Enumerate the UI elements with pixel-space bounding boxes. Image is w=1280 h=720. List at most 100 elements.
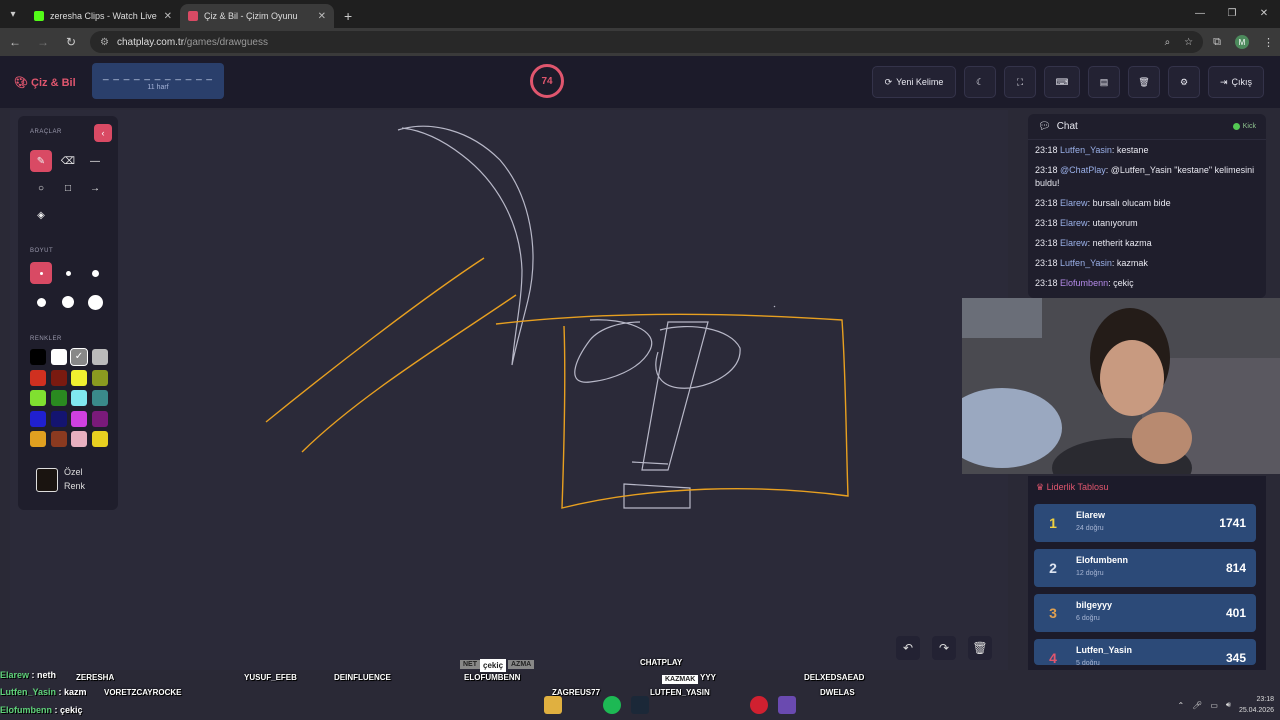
overlay-chat-user: Elarew [0, 670, 30, 680]
message-user[interactable]: Lutfen_Yasin [1060, 258, 1112, 268]
fill-tool[interactable]: ◈ [30, 204, 52, 226]
message-user[interactable]: Elofumbenn [1060, 278, 1108, 288]
tools-section-title: ARAÇLAR [30, 129, 62, 135]
arrow-icon: → [90, 182, 100, 194]
overlay-chat-line: Elarew : neth [0, 670, 56, 680]
redo-icon: ↷ [938, 641, 950, 655]
arrow-tool[interactable]: → [84, 177, 106, 199]
color-swatch[interactable] [71, 369, 87, 386]
rectangle-tool[interactable]: □ [57, 177, 79, 199]
eraser-tool[interactable]: ⌫ [57, 150, 79, 172]
leaderboard-row: 3 bilgeyyy 6 doğru 401 [1034, 594, 1256, 632]
player-score: 345 [1225, 651, 1246, 665]
size-2[interactable] [57, 262, 79, 284]
clear-canvas-button[interactable]: 🗑︎ [968, 636, 992, 660]
folder-icon[interactable] [544, 696, 562, 714]
mic-icon[interactable]: 🎤︎ [1192, 701, 1202, 710]
custom-color-line2: Renk [64, 481, 86, 491]
color-swatch[interactable] [71, 390, 87, 406]
overlay-chat-text: : neth [29, 670, 57, 680]
message-time: 23:18 [1035, 258, 1058, 268]
color-swatch[interactable] [91, 410, 108, 427]
color-swatch[interactable] [91, 369, 108, 386]
player-correct-count: 24 doğru [1076, 525, 1104, 532]
color-swatch[interactable] [71, 431, 87, 447]
overlay-name: ELOFUMBENN [464, 673, 521, 682]
tray-chevron-icon[interactable]: ⌃ [1177, 701, 1184, 710]
color-swatch[interactable] [50, 431, 67, 447]
color-swatch[interactable] [30, 390, 46, 406]
message-time: 23:18 [1035, 218, 1058, 228]
orange-strokes [265, 257, 849, 509]
redo-button[interactable]: ↷ [932, 636, 956, 660]
color-swatch[interactable] [91, 349, 108, 365]
collapse-tools-button[interactable]: ‹ [94, 124, 112, 142]
custom-color-swatch[interactable] [36, 468, 58, 492]
player-name: Elofumbenn [1076, 555, 1128, 565]
volume-icon[interactable]: 🔊︎ [1226, 700, 1231, 710]
streamer-webcam [962, 298, 1280, 474]
rank-number: 2 [1049, 560, 1057, 576]
overlay-bubble: KAZMAK [662, 675, 699, 684]
chat-message: 23:18 Elarew: bursalı olucam bide [1035, 197, 1259, 210]
colors-section-title: RENKLER [30, 336, 62, 342]
color-swatch[interactable] [50, 349, 67, 365]
eraser-icon: ⌫ [60, 155, 76, 167]
overlay-chat-text: : kazm [56, 687, 87, 697]
leaderboard-title-text: Liderlik Tablosu [1046, 482, 1109, 492]
player-name: bilgeyyy [1076, 600, 1113, 610]
leaderboard-row: 2 Elofumbenn 12 doğru 814 [1034, 549, 1256, 587]
message-user[interactable]: Elarew [1060, 198, 1088, 208]
overlay-chat-line: Elofumbenn : çekiç [0, 705, 83, 715]
custom-color-label: Özel Renk [64, 465, 85, 493]
app-icon[interactable] [778, 696, 796, 714]
chat-message: 23:18 Elarew: netherit kazma [1035, 237, 1259, 250]
size-dot-icon [39, 271, 43, 275]
color-swatch[interactable] [30, 410, 46, 427]
color-swatch[interactable] [30, 369, 46, 386]
size-4[interactable] [30, 291, 52, 313]
line-icon: — [90, 155, 100, 167]
player-correct-count: 12 doğru [1076, 570, 1104, 577]
color-swatch[interactable] [50, 390, 67, 406]
message-text: : kestane [1111, 145, 1149, 155]
overlay-name: DEINFLUENCE [334, 673, 391, 682]
message-text: : bursalı olucam bide [1087, 198, 1171, 208]
color-swatch[interactable]: ✓ [70, 348, 88, 366]
monitor-icon[interactable]: ▭ [1210, 701, 1218, 710]
message-user[interactable]: @ChatPlay [1060, 165, 1106, 175]
color-swatch[interactable] [30, 349, 46, 365]
message-user[interactable]: Lutfen_Yasin [1060, 145, 1112, 155]
size-6[interactable] [84, 291, 106, 313]
spotify-icon[interactable] [603, 696, 621, 714]
player-correct-count: 6 doğru [1076, 615, 1100, 622]
size-3[interactable] [84, 262, 106, 284]
color-swatch[interactable] [50, 369, 67, 386]
size-5[interactable] [57, 291, 79, 313]
message-user[interactable]: Elarew [1060, 218, 1088, 228]
steam-icon[interactable] [631, 696, 649, 714]
clock-date: 25.04.2026 [1238, 707, 1274, 714]
tools-panel: ARAÇLAR BOYUT RENKLER [18, 116, 118, 510]
line-tool[interactable]: — [84, 150, 106, 172]
rank-number: 1 [1049, 515, 1057, 531]
color-swatch[interactable] [50, 410, 67, 427]
circle-tool[interactable]: ○ [30, 177, 52, 199]
overlay-bubble: AZMA [508, 660, 535, 669]
overlay-name: DWELAS [820, 688, 855, 697]
webcam-image [962, 298, 1280, 474]
message-user[interactable]: Elarew [1060, 238, 1088, 248]
size-1[interactable] [30, 262, 52, 284]
color-swatch[interactable] [30, 431, 46, 447]
undo-button[interactable]: ↶ [896, 636, 920, 660]
clock[interactable]: 23:18 25.04.2026 [1239, 694, 1274, 716]
color-swatch[interactable] [71, 410, 87, 427]
pen-icon: ✎ [36, 155, 46, 167]
color-swatch[interactable] [91, 431, 108, 447]
color-swatch[interactable] [91, 390, 108, 406]
app-icon[interactable] [750, 696, 768, 714]
custom-color-line1: Özel [64, 467, 83, 477]
chat-message: 23:18 @ChatPlay: @Lutfen_Yasin "kestane"… [1035, 164, 1259, 190]
rectangle-icon: □ [64, 182, 72, 194]
pen-tool[interactable]: ✎ [30, 150, 52, 172]
